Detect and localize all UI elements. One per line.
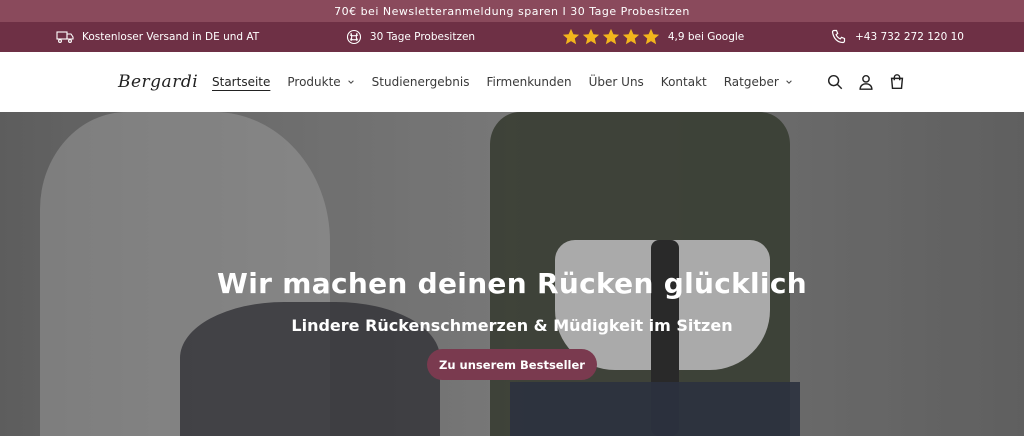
hero-title: Wir machen deinen Rücken glücklich xyxy=(217,267,807,300)
usp-bar: Kostenloser Versand in DE und AT 30 Tage… xyxy=(0,22,1024,52)
site-header: Bergardi Startseite Produkte Studienerge… xyxy=(0,52,1024,112)
star-icon xyxy=(622,28,639,45)
nav-startseite[interactable]: Startseite xyxy=(212,75,270,89)
usp-trial-label: 30 Tage Probesitzen xyxy=(369,31,476,43)
hero-content: Wir machen deinen Rücken glücklich Linde… xyxy=(0,267,1024,380)
nav-ratgeber-label: Ratgeber xyxy=(723,75,779,89)
chevron-down-icon xyxy=(786,80,792,84)
hero-banner: Wir machen deinen Rücken glücklich Linde… xyxy=(0,112,1024,436)
star-icon xyxy=(582,28,599,45)
usp-rating-label: 4,9 bei Google xyxy=(667,31,745,43)
usp-trial: 30 Tage Probesitzen xyxy=(346,29,475,45)
nav-kontakt[interactable]: Kontakt xyxy=(661,75,707,89)
chevron-down-icon xyxy=(347,80,354,84)
rating-stars xyxy=(562,28,660,46)
usp-rating: 4,9 bei Google xyxy=(562,28,744,46)
truck-icon xyxy=(56,31,74,43)
nav-produkte-label: Produkte xyxy=(287,75,341,89)
cushion-icon xyxy=(346,29,362,45)
nav-ratgeber[interactable]: Ratgeber xyxy=(724,75,793,89)
phone-icon xyxy=(831,29,847,45)
usp-shipping-label: Kostenloser Versand in DE und AT xyxy=(82,31,260,43)
hero-subtitle: Lindere Rückenschmerzen & Müdigkeit im S… xyxy=(291,316,733,335)
nav-produkte[interactable]: Produkte xyxy=(287,75,354,89)
star-icon xyxy=(562,28,579,45)
star-icon xyxy=(602,28,619,45)
header-icons xyxy=(826,73,906,91)
logo[interactable]: Bergardi xyxy=(118,72,212,92)
usp-phone-label[interactable]: +43 732 272 120 10 xyxy=(855,31,964,43)
nav-ueber-uns[interactable]: Über Uns xyxy=(589,75,644,89)
nav-firmenkunden[interactable]: Firmenkunden xyxy=(486,75,571,89)
bestseller-button[interactable]: Zu unserem Bestseller xyxy=(427,349,597,380)
search-icon[interactable] xyxy=(826,73,844,91)
nav-studienergebnis[interactable]: Studienergebnis xyxy=(372,75,470,89)
usp-shipping: Kostenloser Versand in DE und AT xyxy=(56,31,259,43)
star-icon xyxy=(642,28,659,45)
cart-icon[interactable] xyxy=(888,73,906,91)
announcement-bar: 70€ bei Newsletteranmeldung sparen I 30 … xyxy=(0,0,1024,22)
announcement-text: 70€ bei Newsletteranmeldung sparen I 30 … xyxy=(334,4,690,18)
main-nav: Startseite Produkte Studienergebnis Firm… xyxy=(212,75,793,89)
account-icon[interactable] xyxy=(857,73,875,91)
usp-phone[interactable]: +43 732 272 120 10 xyxy=(831,29,964,45)
